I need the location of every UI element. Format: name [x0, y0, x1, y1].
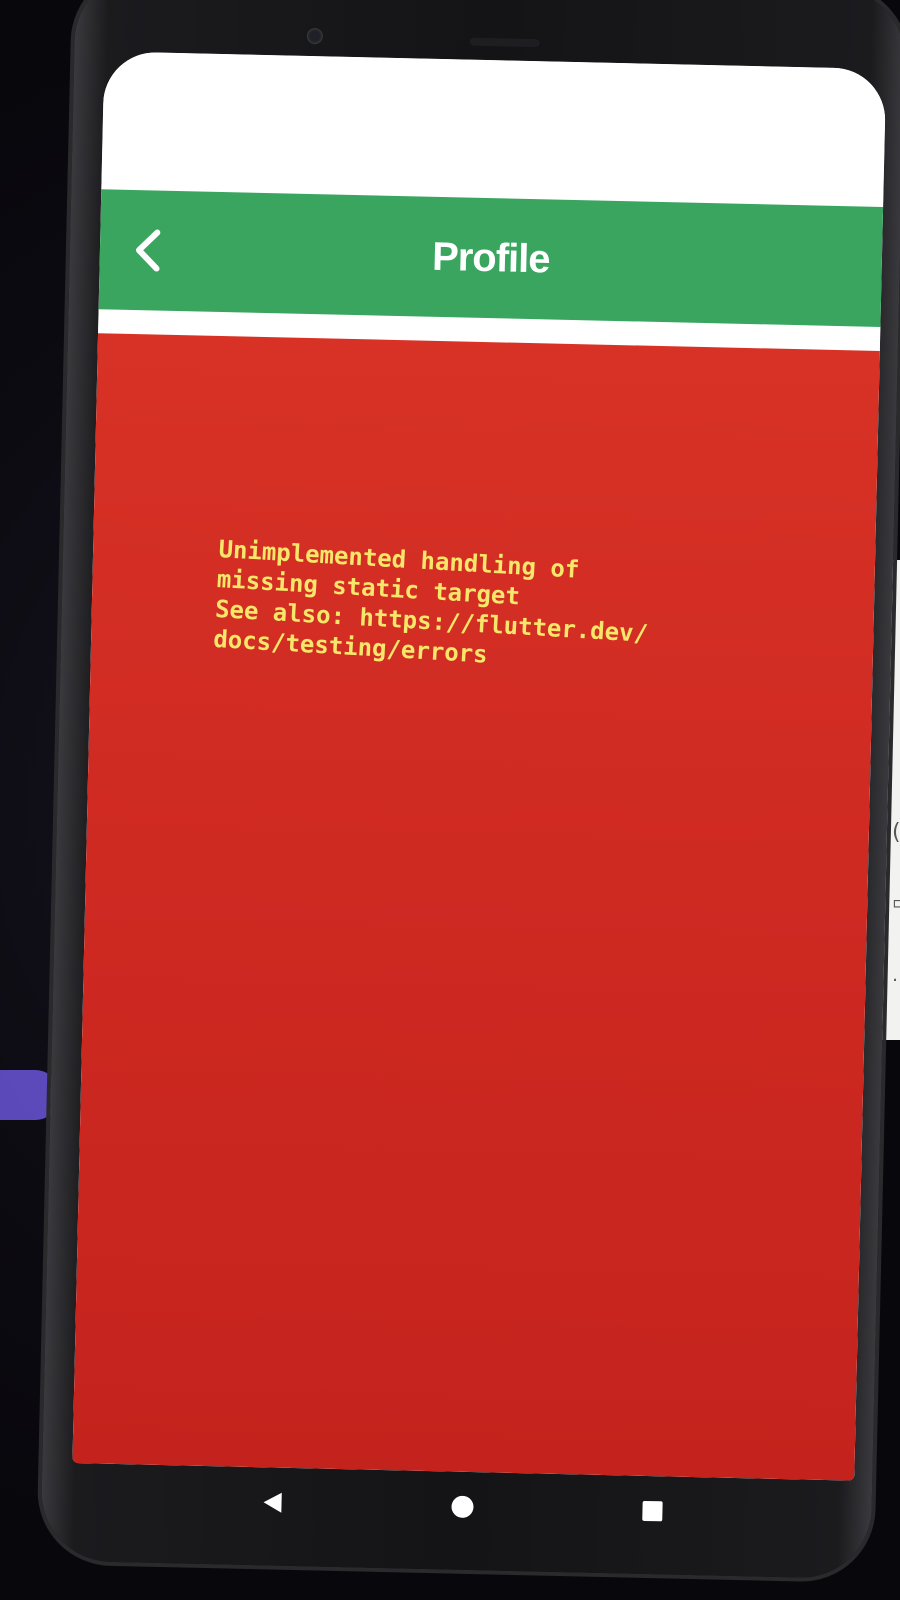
- app-bar: Profile: [98, 189, 884, 327]
- photo-scene: Profile Unimplemented handling of missin…: [0, 0, 900, 1600]
- background-device-glyph: (: [892, 820, 900, 845]
- front-camera: [306, 27, 324, 45]
- status-bar-area: [101, 51, 887, 208]
- nav-home-button[interactable]: [442, 1486, 483, 1527]
- error-message: Unimplemented handling of missing static…: [212, 535, 649, 669]
- error-screen: Unimplemented handling of missing static…: [72, 333, 880, 1481]
- phone: Profile Unimplemented handling of missin…: [40, 0, 900, 1589]
- background-device-glyph: …: [892, 965, 900, 986]
- earpiece-speaker: [469, 37, 540, 48]
- phone-screen: Profile Unimplemented handling of missin…: [72, 51, 887, 1481]
- square-recents-icon: [642, 1500, 663, 1522]
- nav-recents-button[interactable]: [632, 1491, 673, 1532]
- nav-back-button[interactable]: [252, 1482, 293, 1523]
- circle-home-icon: [451, 1495, 474, 1518]
- phone-body: Profile Unimplemented handling of missin…: [40, 0, 900, 1580]
- chevron-left-icon: [135, 229, 161, 272]
- back-button[interactable]: [123, 226, 172, 275]
- triangle-back-icon: [263, 1492, 282, 1513]
- background-device-glyph: ▭: [892, 890, 900, 914]
- page-title: Profile: [431, 234, 551, 281]
